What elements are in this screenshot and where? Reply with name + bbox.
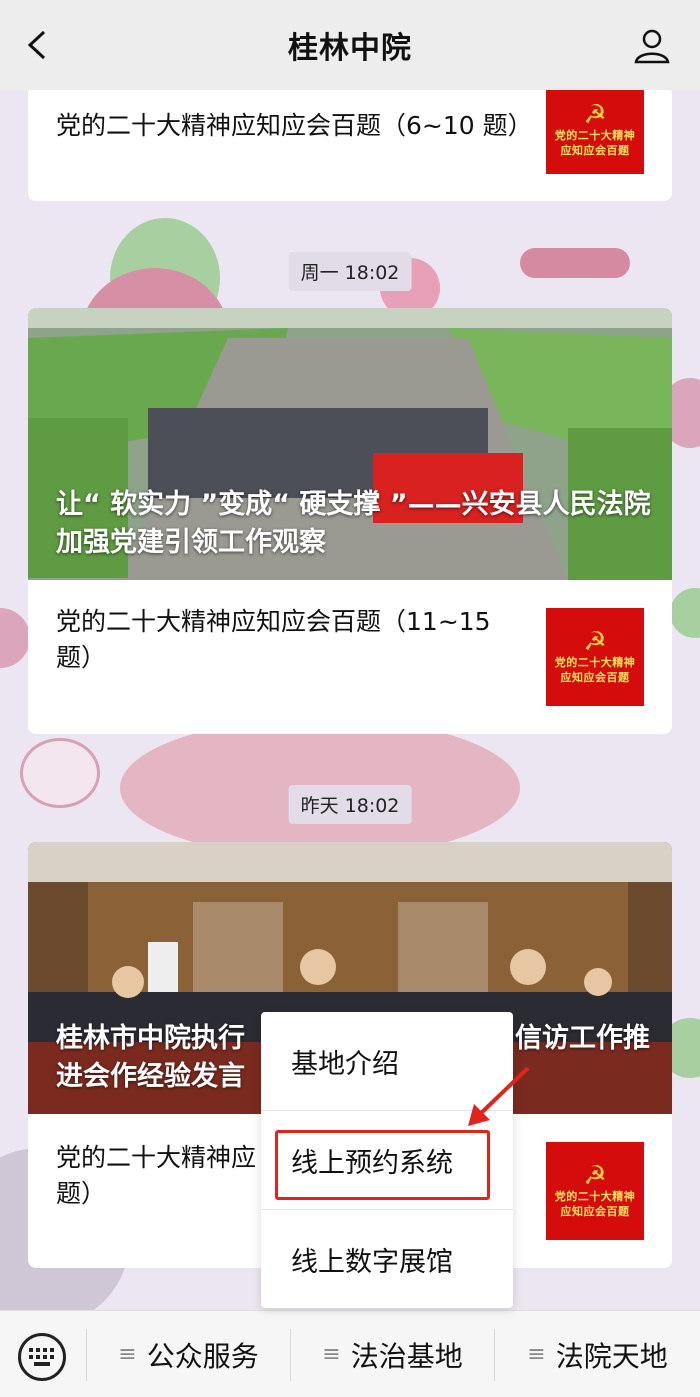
timestamp: 昨天 18:02 [288, 785, 412, 824]
thumbnail-line1: 党的二十大精神 [554, 656, 636, 669]
party-emblem-icon: ☭ [583, 627, 607, 657]
back-arrow-icon[interactable] [22, 28, 54, 62]
thumbnail-line1: 党的二十大精神 [554, 129, 636, 142]
menu-public-service[interactable]: ≡ 公众服务 [87, 1311, 290, 1397]
article-thumbnail: ☭ 党的二十大精神 应知应会百题 [546, 1142, 644, 1240]
menu-label: 法治基地 [350, 1339, 463, 1373]
decor-bear [20, 738, 100, 808]
thumbnail-line1: 党的二十大精神 [554, 1190, 636, 1203]
menu-court-world[interactable]: ≡ 法院天地 [495, 1311, 700, 1397]
party-emblem-icon: ☭ [583, 1161, 607, 1191]
timestamp: 周一 18:02 [288, 252, 412, 291]
title-bar: 桂林中院 [0, 0, 700, 90]
article-row[interactable]: 党的二十大精神应知应会百题（11~15 题） ☭ 党的二十大精神 应知应会百题 [28, 580, 672, 734]
article-card[interactable]: 党的二十大精神应知应会百题（6~10 题） ☭ 党的二十大精神 应知应会百题 [28, 86, 672, 201]
pointer-arrow-icon [468, 1066, 530, 1126]
thumbnail-line2: 应知应会百题 [560, 1205, 630, 1218]
menu-list-icon: ≡ [118, 1342, 137, 1367]
profile-icon[interactable] [632, 26, 672, 66]
thumbnail-line2: 应知应会百题 [560, 144, 630, 157]
menu-list-icon: ≡ [322, 1342, 341, 1367]
highlight-box [275, 1130, 490, 1200]
menu-label: 法院天地 [555, 1339, 668, 1373]
article-card[interactable]: 让“ 软实力 ”变成“ 硬支撑 ”——兴安县人民法院加强党建引领工作观察 党的二… [28, 308, 672, 734]
bottom-menu-bar: ≡ 公众服务 ≡ 法治基地 ≡ 法院天地 [0, 1310, 700, 1397]
decor-dot [670, 588, 700, 638]
keyboard-icon[interactable] [18, 1333, 66, 1381]
article-row[interactable]: 党的二十大精神应知应会百题（6~10 题） ☭ 党的二十大精神 应知应会百题 [28, 86, 672, 201]
article-title: 党的二十大精神应知应会百题（11~15 题） [56, 607, 491, 672]
thumbnail-line2: 应知应会百题 [560, 671, 630, 684]
page-title: 桂林中院 [288, 31, 412, 66]
article-thumbnail: ☭ 党的二十大精神 应知应会百题 [546, 608, 644, 706]
decor-stroke [520, 248, 630, 278]
menu-list-icon: ≡ [527, 1342, 546, 1367]
hero-caption: 让“ 软实力 ”变成“ 硬支撑 ”——兴安县人民法院加强党建引领工作观察 [56, 489, 651, 558]
menu-rule-of-law-base[interactable]: ≡ 法治基地 [291, 1311, 494, 1397]
party-emblem-icon: ☭ [583, 100, 607, 130]
article-title: 党的二十大精神应知应会百题（6~10 题） [56, 111, 533, 140]
menu-label: 公众服务 [146, 1339, 259, 1373]
article-thumbnail: ☭ 党的二十大精神 应知应会百题 [546, 86, 644, 174]
hero-image[interactable]: 让“ 软实力 ”变成“ 硬支撑 ”——兴安县人民法院加强党建引领工作观察 [28, 308, 672, 580]
menu-item-digital-exhibition[interactable]: 线上数字展馆 [261, 1210, 513, 1308]
decor-dot [0, 608, 30, 668]
